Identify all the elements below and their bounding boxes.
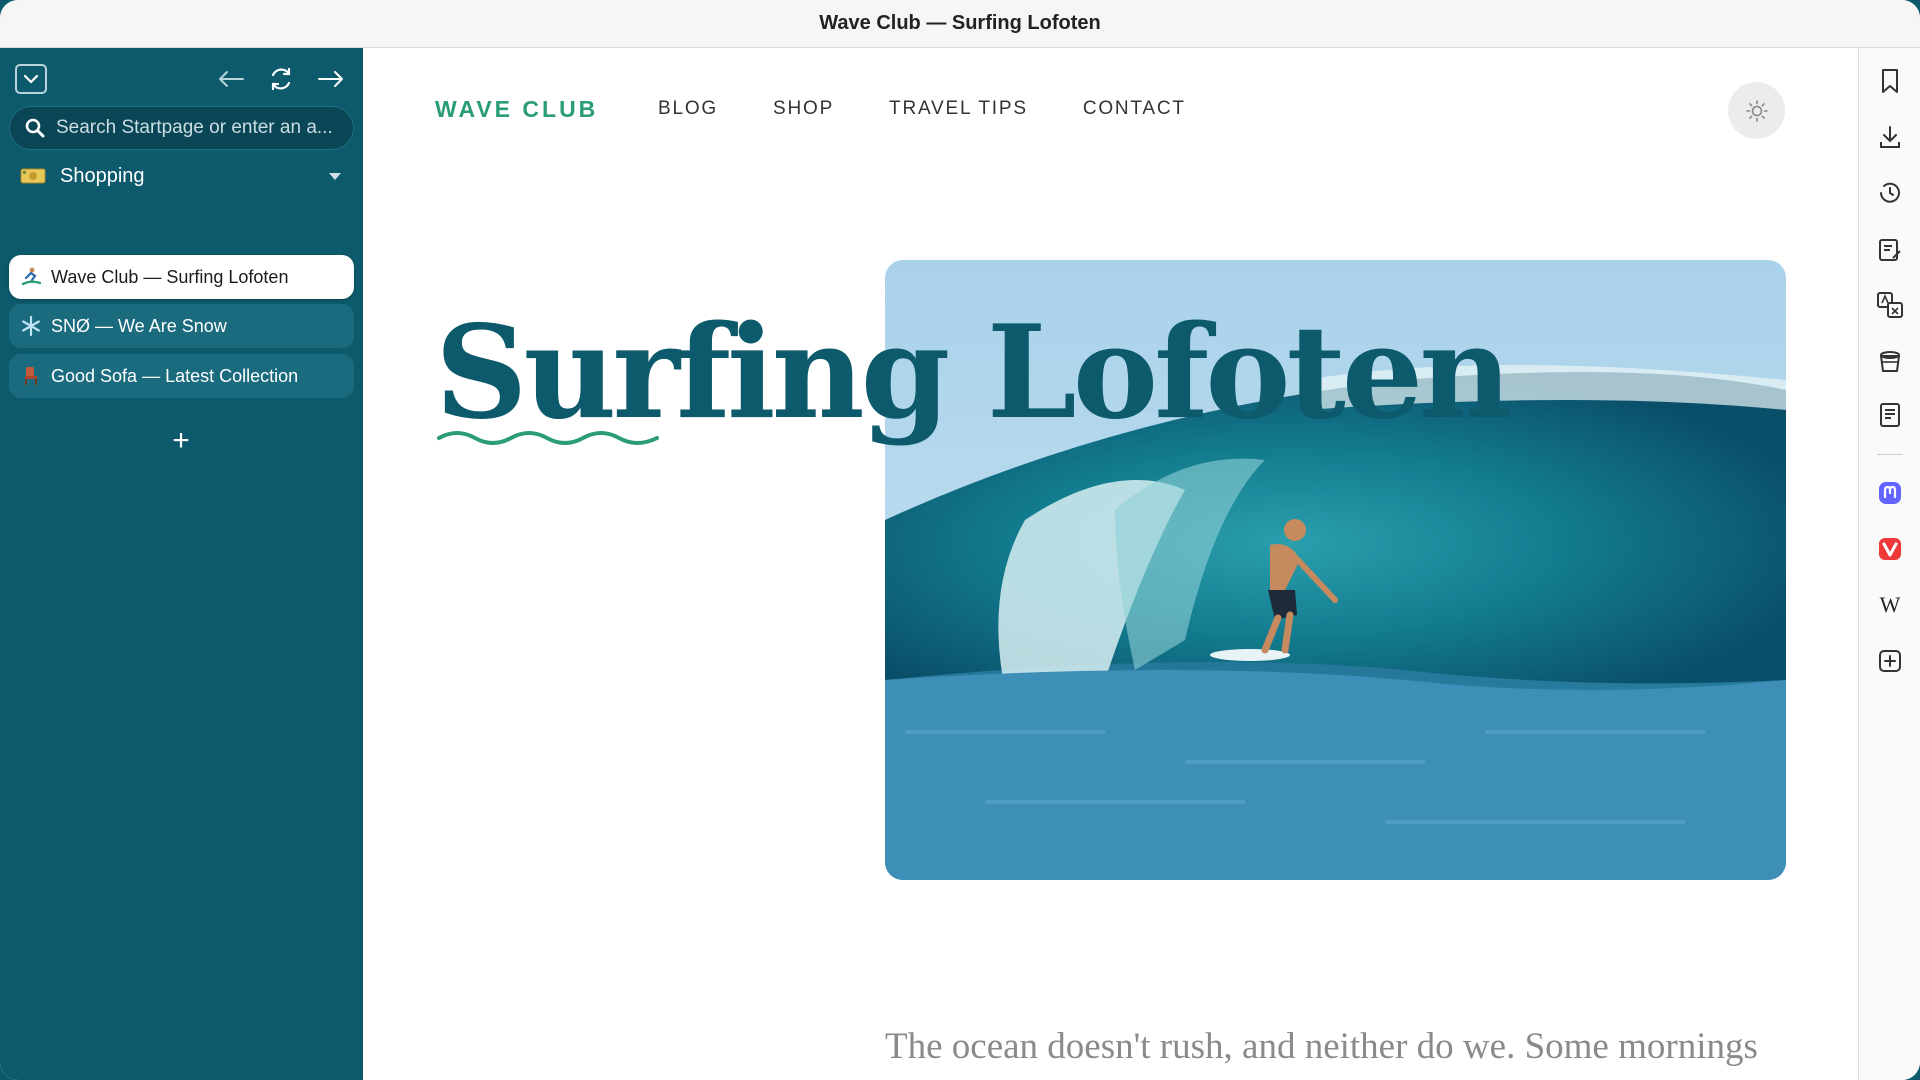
arrow-left-icon xyxy=(219,71,244,87)
window-title: Wave Club — Surfing Lofoten xyxy=(819,12,1101,34)
notes-panel-button[interactable] xyxy=(1875,234,1905,264)
caret-down-icon xyxy=(329,173,341,180)
site-logo[interactable]: WAVE CLUB xyxy=(435,96,598,123)
downloads-panel-button[interactable] xyxy=(1875,122,1905,152)
lead-paragraph: The ocean doesn't rush, and neither do w… xyxy=(885,1026,1758,1067)
theme-toggle-button[interactable] xyxy=(1728,82,1785,139)
sidebar-toolbar xyxy=(15,64,350,94)
bookmarks-panel-button[interactable] xyxy=(1875,66,1905,96)
surfer-favicon-icon xyxy=(19,265,43,289)
tab-label: Good Sofa — Latest Collection xyxy=(51,365,299,386)
chevron-down-icon xyxy=(23,74,39,84)
address-input[interactable] xyxy=(56,117,346,139)
vivaldi-panel-button[interactable] xyxy=(1875,534,1905,564)
tab-sidebar: Shopping Wave Club — Surfing Lofoten SNØ… xyxy=(0,48,363,1080)
translate-icon xyxy=(1877,292,1903,318)
snowflake-favicon-icon xyxy=(19,314,43,338)
wave-divider xyxy=(437,431,659,445)
panel-bar: W xyxy=(1858,48,1920,1080)
bookmarks-icon xyxy=(1882,69,1898,93)
chair-favicon-icon xyxy=(19,364,43,388)
window-panel-icon xyxy=(1880,403,1900,427)
tab-wave-club[interactable]: Wave Club — Surfing Lofoten xyxy=(9,255,354,299)
nav-travel-tips[interactable]: TRAVEL TIPS xyxy=(889,98,1028,120)
workspace-label: Shopping xyxy=(60,164,145,187)
plus-icon: + xyxy=(172,424,190,457)
search-icon xyxy=(25,118,45,138)
nav-contact[interactable]: CONTACT xyxy=(1083,98,1186,120)
history-panel-button[interactable] xyxy=(1875,178,1905,208)
reload-button[interactable] xyxy=(265,64,297,94)
vivaldi-icon xyxy=(1879,538,1901,560)
new-tab-button[interactable]: + xyxy=(164,424,198,458)
title-bar: Wave Club — Surfing Lofoten xyxy=(0,0,1920,48)
nav-shop[interactable]: SHOP xyxy=(773,98,834,120)
nav-blog[interactable]: BLOG xyxy=(658,98,718,120)
add-panel-icon xyxy=(1879,650,1901,672)
address-bar[interactable] xyxy=(9,106,354,150)
money-emoji-icon xyxy=(20,168,46,184)
wikipedia-icon: W xyxy=(1879,592,1901,617)
back-button[interactable] xyxy=(215,64,247,94)
site-nav: BLOG SHOP TRAVEL TIPS CONTACT xyxy=(658,98,1241,120)
reload-icon xyxy=(271,67,291,91)
arrow-right-icon xyxy=(318,71,343,87)
sun-icon xyxy=(1745,99,1768,122)
tab-menu-button[interactable] xyxy=(15,64,47,94)
tab-good-sofa[interactable]: Good Sofa — Latest Collection xyxy=(9,354,354,398)
tab-label: Wave Club — Surfing Lofoten xyxy=(51,266,289,287)
history-icon xyxy=(1880,182,1900,203)
browser-window: Wave Club — Surfing Lofoten Shopping xyxy=(0,0,1920,1080)
forward-button[interactable] xyxy=(315,64,347,94)
panel-divider xyxy=(1877,454,1903,455)
tab-sno[interactable]: SNØ — We Are Snow xyxy=(9,304,354,348)
notes-icon xyxy=(1879,239,1901,261)
tab-label: SNØ — We Are Snow xyxy=(51,315,227,336)
translate-panel-button[interactable] xyxy=(1875,290,1905,320)
reading-list-icon xyxy=(1880,351,1900,372)
window-panel-button[interactable] xyxy=(1875,400,1905,430)
add-panel-button[interactable] xyxy=(1875,646,1905,676)
downloads-icon xyxy=(1880,126,1900,148)
wikipedia-panel-button[interactable]: W xyxy=(1875,590,1905,620)
mastodon-panel-button[interactable] xyxy=(1875,478,1905,508)
workspace-switcher[interactable]: Shopping xyxy=(20,161,350,191)
web-page: WAVE CLUB BLOG SHOP TRAVEL TIPS CONTACT xyxy=(363,48,1858,1080)
reading-list-panel-button[interactable] xyxy=(1875,346,1905,376)
mastodon-icon xyxy=(1879,482,1901,504)
